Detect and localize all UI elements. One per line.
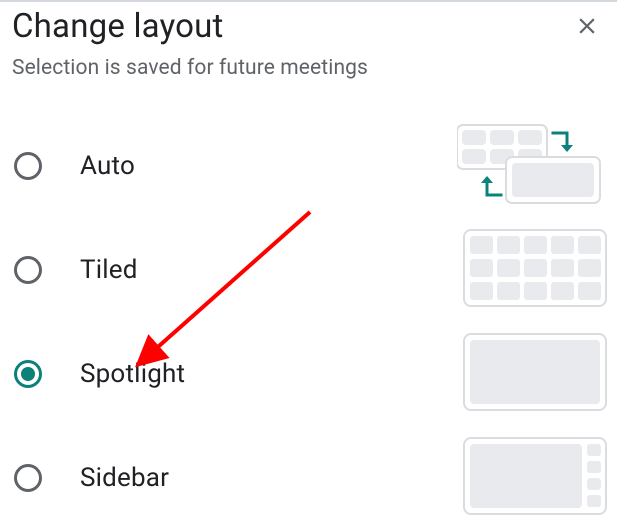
close-icon [574,13,600,39]
radio-sidebar[interactable] [14,464,42,492]
option-label-auto: Auto [80,151,457,181]
close-button[interactable] [567,6,607,46]
dialog-header: Change layout [12,6,605,46]
auto-layout-icon [457,123,607,209]
layout-option-auto[interactable]: Auto [12,114,605,218]
dialog-subtitle: Selection is saved for future meetings [12,56,605,80]
layout-option-sidebar[interactable]: Sidebar [12,426,605,530]
dialog-title: Change layout [12,7,224,46]
spotlight-layout-icon [463,333,607,415]
radio-tiled[interactable] [14,256,42,284]
layout-option-tiled[interactable]: Tiled [12,218,605,322]
option-label-sidebar: Sidebar [80,463,463,493]
radio-spotlight[interactable] [14,360,42,388]
layout-options: Auto [12,114,605,530]
option-label-spotlight: Spotlight [80,359,463,389]
radio-auto[interactable] [14,152,42,180]
layout-option-spotlight[interactable]: Spotlight [12,322,605,426]
change-layout-dialog: Change layout Selection is saved for fut… [0,2,617,530]
tiled-layout-icon [463,229,607,311]
option-label-tiled: Tiled [80,255,463,285]
sidebar-layout-icon [463,437,607,519]
